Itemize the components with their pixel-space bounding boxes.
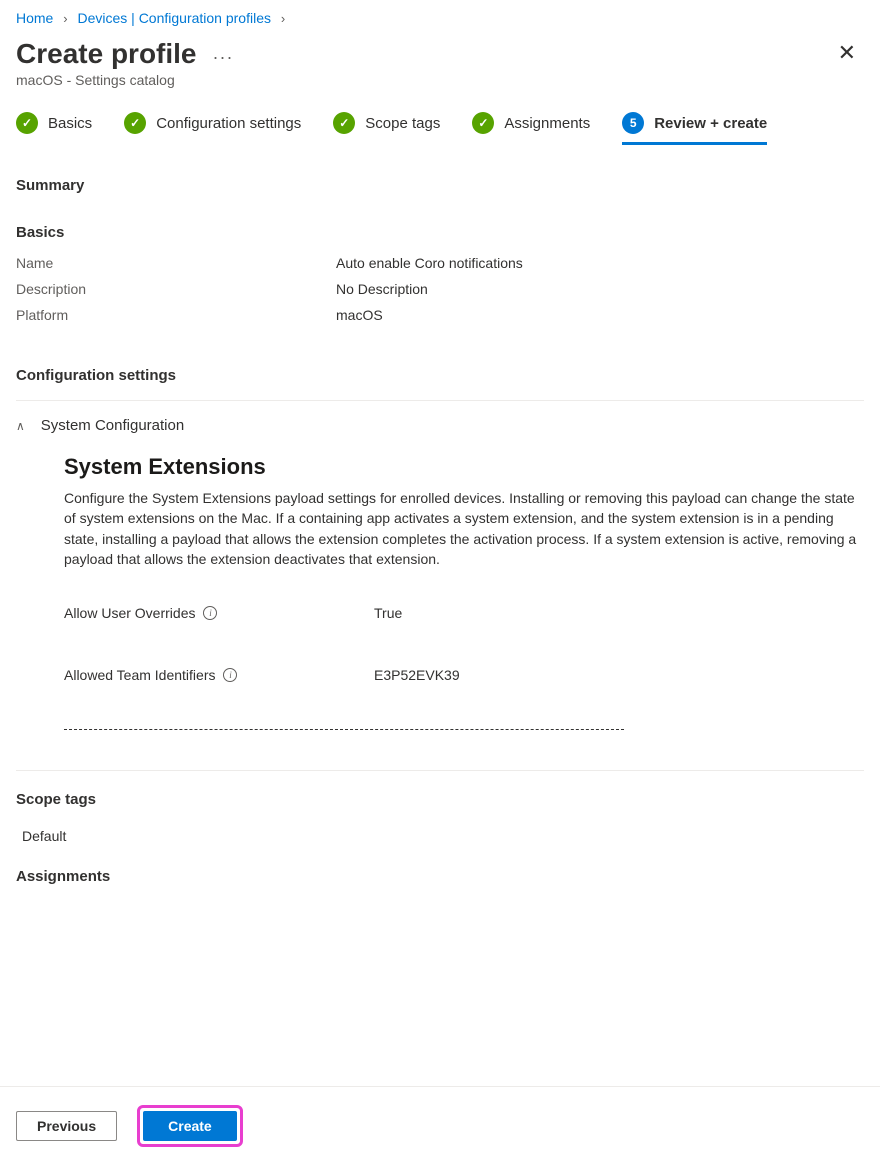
previous-button[interactable]: Previous (16, 1111, 117, 1141)
tab-basics-label: Basics (48, 115, 92, 132)
check-icon: ✓ (16, 112, 38, 134)
bottom-action-bar: Previous Create (0, 1086, 880, 1171)
tab-scope-label: Scope tags (365, 115, 440, 132)
chevron-up-icon: ∧ (16, 419, 25, 433)
tab-config-label: Configuration settings (156, 115, 301, 132)
system-configuration-label: System Configuration (41, 417, 184, 434)
tab-review-create[interactable]: 5 Review + create (622, 112, 767, 145)
platform-value: macOS (336, 307, 864, 323)
system-configuration-toggle[interactable]: ∧ System Configuration (16, 400, 864, 446)
info-icon[interactable]: i (203, 606, 217, 620)
page-header: Create profile ··· ✕ (0, 32, 880, 72)
check-icon: ✓ (333, 112, 355, 134)
name-value: Auto enable Coro notifications (336, 255, 864, 271)
system-extensions-block: System Extensions Configure the System E… (16, 454, 864, 730)
close-icon[interactable]: ✕ (830, 38, 864, 68)
tab-review-label: Review + create (654, 115, 767, 132)
config-heading: Configuration settings (16, 367, 864, 384)
platform-label: Platform (16, 307, 336, 323)
summary-heading: Summary (16, 177, 864, 194)
tab-scope-tags[interactable]: ✓ Scope tags (333, 112, 440, 145)
basics-heading: Basics (16, 224, 864, 241)
name-label: Name (16, 255, 336, 271)
check-icon: ✓ (124, 112, 146, 134)
page-subtitle: macOS - Settings catalog (0, 72, 880, 112)
tab-assignments[interactable]: ✓ Assignments (472, 112, 590, 145)
tab-configuration-settings[interactable]: ✓ Configuration settings (124, 112, 301, 145)
tab-assignments-label: Assignments (504, 115, 590, 132)
allowed-team-identifiers-label: Allowed Team Identifiers (64, 667, 215, 683)
scope-tag-default: Default (16, 828, 864, 844)
breadcrumb-home[interactable]: Home (16, 10, 53, 26)
separator (16, 770, 864, 771)
chevron-right-icon: › (63, 11, 67, 26)
description-value: No Description (336, 281, 864, 297)
main-content: Summary Basics Name Auto enable Coro not… (0, 177, 880, 1025)
page-title: Create profile (16, 38, 197, 70)
check-icon: ✓ (472, 112, 494, 134)
create-button[interactable]: Create (143, 1111, 237, 1141)
basics-grid: Name Auto enable Coro notifications Desc… (16, 255, 864, 323)
info-icon[interactable]: i (223, 668, 237, 682)
step-number-badge: 5 (622, 112, 644, 134)
more-actions-button[interactable]: ··· (213, 47, 234, 68)
chevron-right-icon: › (281, 11, 285, 26)
create-button-highlight: Create (137, 1105, 243, 1147)
dashed-separator (64, 729, 624, 730)
allow-user-overrides-label: Allow User Overrides (64, 605, 195, 621)
system-extensions-desc: Configure the System Extensions payload … (64, 488, 864, 569)
breadcrumb-devices-config[interactable]: Devices | Configuration profiles (77, 10, 271, 26)
scope-tags-heading: Scope tags (16, 791, 864, 808)
allow-user-overrides-row: Allow User Overrides i True (64, 605, 864, 621)
breadcrumb: Home › Devices | Configuration profiles … (0, 0, 880, 32)
system-extensions-title: System Extensions (64, 454, 864, 480)
wizard-tabs: ✓ Basics ✓ Configuration settings ✓ Scop… (0, 112, 880, 163)
tab-basics[interactable]: ✓ Basics (16, 112, 92, 145)
description-label: Description (16, 281, 336, 297)
allowed-team-identifiers-value: E3P52EVK39 (374, 667, 864, 683)
allow-user-overrides-value: True (374, 605, 864, 621)
assignments-heading: Assignments (16, 868, 864, 885)
allowed-team-identifiers-row: Allowed Team Identifiers i E3P52EVK39 (64, 667, 864, 683)
